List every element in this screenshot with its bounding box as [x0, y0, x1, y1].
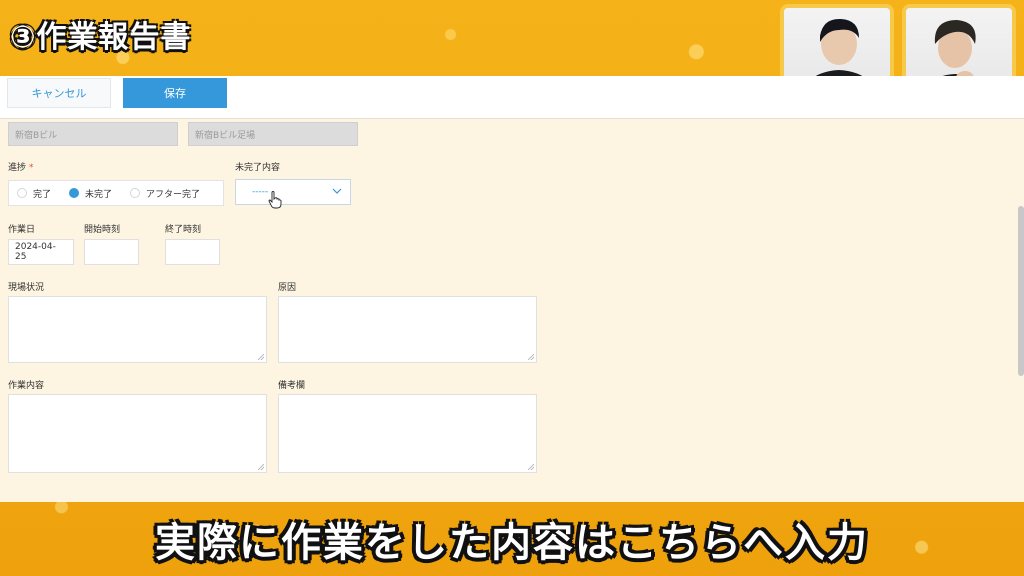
- cancel-button[interactable]: キャンセル: [7, 78, 111, 108]
- end-time-input[interactable]: [165, 239, 220, 265]
- save-button[interactable]: 保存: [123, 78, 227, 108]
- resize-grip-icon[interactable]: [528, 464, 534, 470]
- work-date-input[interactable]: 2024-04-25: [8, 239, 74, 265]
- cause-label: 原因: [278, 283, 297, 293]
- required-mark: *: [29, 163, 34, 173]
- site-status-label: 現場状況: [8, 283, 45, 293]
- radio-incomplete[interactable]: 未完了: [69, 187, 112, 200]
- resize-grip-icon[interactable]: [258, 354, 264, 360]
- toolbar: キャンセル 保存: [0, 76, 1024, 119]
- incomplete-select[interactable]: -----: [235, 179, 351, 205]
- incomplete-select-value: -----: [252, 187, 269, 197]
- radio-dot: [17, 188, 27, 198]
- resize-grip-icon[interactable]: [258, 464, 264, 470]
- start-time-input[interactable]: [84, 239, 139, 265]
- radio-dot: [130, 188, 141, 198]
- site-status-textarea[interactable]: [8, 296, 267, 363]
- chevron-down-icon: [332, 187, 342, 198]
- start-time-label: 開始時刻: [84, 225, 121, 235]
- site-name-field: 新宿Bビル: [8, 122, 178, 146]
- segment-title: ③作業報告書: [10, 20, 192, 55]
- remarks-label: 備考欄: [278, 381, 306, 391]
- site-detail-field: 新宿Bビル足場: [188, 122, 358, 146]
- progress-label-text: 進捗: [8, 163, 27, 173]
- app-screen: キャンセル 保存 新宿Bビル 新宿Bビル足場 進捗 * 完了 未完了 アフター完了…: [0, 76, 1024, 502]
- scrollbar[interactable]: [1018, 206, 1024, 376]
- remarks-textarea[interactable]: [278, 394, 537, 473]
- progress-radio-group: 完了 未完了 アフター完了: [8, 180, 224, 206]
- radio-complete[interactable]: 完了: [17, 187, 51, 200]
- work-date-label: 作業日: [8, 225, 36, 235]
- progress-label: 進捗 *: [8, 160, 34, 173]
- cause-textarea[interactable]: [278, 296, 537, 363]
- radio-label: 未完了: [85, 189, 113, 200]
- subtitle-caption: 実際に作業をした内容はこちらへ入力: [155, 520, 869, 566]
- end-time-label: 終了時刻: [165, 225, 202, 235]
- hand-pointer-icon: [268, 191, 282, 209]
- radio-after-complete[interactable]: アフター完了: [130, 187, 200, 200]
- radio-label: 完了: [33, 189, 52, 200]
- incomplete-label: 未完了内容: [235, 163, 281, 173]
- work-content-textarea[interactable]: [8, 394, 267, 473]
- radio-dot-selected: [69, 188, 80, 198]
- resize-grip-icon[interactable]: [528, 354, 534, 360]
- radio-label: アフター完了: [146, 189, 201, 200]
- work-content-label: 作業内容: [8, 381, 45, 391]
